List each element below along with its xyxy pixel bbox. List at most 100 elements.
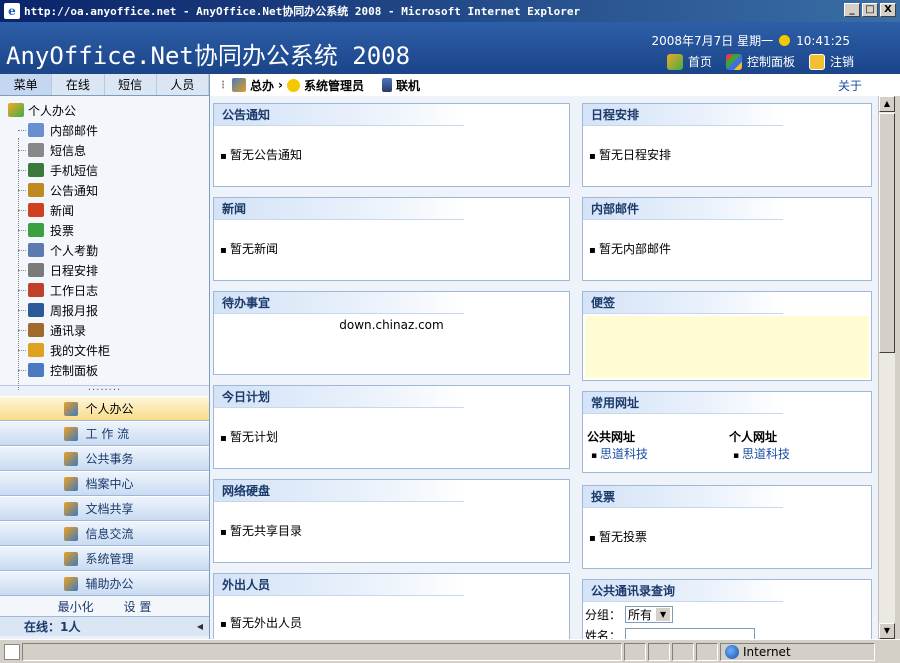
name-input[interactable] <box>625 627 756 639</box>
tab-online[interactable]: 在线 <box>52 74 105 95</box>
notice-icon <box>28 183 44 197</box>
todo-watermark-text: down.chinaz.com <box>339 318 444 332</box>
tree-item-label: 新闻 <box>50 203 75 218</box>
home-link[interactable]: 首页 <box>666 53 712 70</box>
module-info-exchange[interactable]: 信息交流 <box>0 521 209 546</box>
tree-item-news[interactable]: 新闻 <box>8 200 209 220</box>
tree-item-label: 手机短信 <box>50 163 99 178</box>
control-panel-icon <box>28 363 44 377</box>
tree-item-label: 投票 <box>50 223 75 238</box>
news-panel-title[interactable]: 新闻 <box>214 198 464 220</box>
settings-link[interactable]: 设 置 <box>124 598 152 615</box>
control-panel-link[interactable]: 控制面板 <box>725 53 795 70</box>
memo-panel-title[interactable]: 便签 <box>583 292 783 314</box>
tree-item-label: 控制面板 <box>50 363 99 378</box>
module-document-share[interactable]: 文档共享 <box>0 496 209 521</box>
tree-item-attendance[interactable]: 个人考勤 <box>8 240 209 260</box>
report-icon <box>28 303 44 317</box>
module-label: 公共事务 <box>85 452 134 466</box>
tree-item-control-panel[interactable]: 控制面板 <box>8 360 209 380</box>
mail-panel-title[interactable]: 内部邮件 <box>583 198 783 220</box>
scroll-up-button[interactable]: ▲ <box>879 96 895 112</box>
sidebar-tabs: 菜单 在线 短信 人员 <box>0 74 209 96</box>
tree-item-worklog[interactable]: 工作日志 <box>8 280 209 300</box>
collapse-arrow-icon[interactable]: ◀ <box>197 622 203 631</box>
online-count: 在线：1人 <box>24 620 81 634</box>
scroll-thumb[interactable] <box>879 113 895 353</box>
logout-link[interactable]: 注销 <box>808 53 854 70</box>
zone-cell: Internet <box>720 642 875 661</box>
minimize-button[interactable]: _ <box>844 3 860 17</box>
status-bar: Internet <box>0 639 900 663</box>
contacts-panel-title[interactable]: 公共通讯录查询 <box>583 580 783 602</box>
disk-panel-title[interactable]: 网络硬盘 <box>214 480 464 502</box>
tab-people[interactable]: 人员 <box>157 74 209 95</box>
public-link-item[interactable]: 思道科技 <box>600 447 648 461</box>
maximize-button[interactable]: □ <box>862 3 878 17</box>
links-panel-title[interactable]: 常用网址 <box>583 392 783 414</box>
tab-sms[interactable]: 短信 <box>105 74 157 95</box>
breadcrumb-user: 系统管理员 <box>303 78 364 93</box>
tree-item-report[interactable]: 周报月报 <box>8 300 209 320</box>
module-label: 系统管理 <box>85 552 134 566</box>
tree-item-mail[interactable]: 内部邮件 <box>8 120 209 140</box>
tree-item-mobile[interactable]: 手机短信 <box>8 160 209 180</box>
module-system-admin[interactable]: 系统管理 <box>0 546 209 571</box>
module-personal-office[interactable]: 个人办公 <box>0 396 209 421</box>
tree-root-personal-office[interactable]: 个人办公 <box>8 100 209 120</box>
todo-panel-title[interactable]: 待办事宜 <box>214 292 464 314</box>
module-list: 个人办公工 作 流公共事务档案中心文档共享 信息交流系统管理辅助办公 <box>0 396 209 596</box>
tree-item-label: 内部邮件 <box>50 123 99 138</box>
notice-panel-title[interactable]: 公告通知 <box>214 104 464 126</box>
memo-textarea[interactable] <box>585 316 869 378</box>
vote-empty-text: 暂无投票 <box>589 530 647 544</box>
public-links-heading: 公共网址 <box>587 430 636 444</box>
vote-panel-title[interactable]: 投票 <box>583 486 783 508</box>
tree-item-folder[interactable]: 我的文件柜 <box>8 340 209 360</box>
status-cell-1 <box>624 642 646 661</box>
tree-item-calendar[interactable]: 日程安排 <box>8 260 209 280</box>
vertical-scrollbar[interactable]: ▲ ▼ <box>878 96 895 639</box>
tab-menu[interactable]: 菜单 <box>0 74 53 95</box>
module-aux-office[interactable]: 辅助办公 <box>0 571 209 596</box>
module-label: 辅助办公 <box>85 577 134 591</box>
scroll-down-button[interactable]: ▼ <box>879 623 895 639</box>
globe-icon <box>725 644 739 659</box>
tree-item-vote[interactable]: 投票 <box>8 220 209 240</box>
todo-panel: 待办事宜 down.chinaz.com <box>213 291 570 375</box>
plan-panel-title[interactable]: 今日计划 <box>214 386 464 408</box>
tree-item-label: 个人考勤 <box>50 243 99 258</box>
tree-item-sms[interactable]: 短信息 <box>8 140 209 160</box>
close-button[interactable]: X <box>880 3 896 17</box>
app-title: AnyOffice.Net协同办公系统 2008 <box>6 42 411 70</box>
module-label: 档案中心 <box>85 477 134 491</box>
schedule-panel-title[interactable]: 日程安排 <box>583 104 783 126</box>
tree-item-addressbook[interactable]: 通讯录 <box>8 320 209 340</box>
tree-item-label: 公告通知 <box>50 183 99 198</box>
minimize-link[interactable]: 最小化 <box>58 598 94 615</box>
group-select[interactable]: 所有 ▼ <box>625 606 674 623</box>
splitter-dots[interactable]: ········ <box>0 386 209 396</box>
calendar-icon <box>28 263 44 277</box>
tree-item-notice[interactable]: 公告通知 <box>8 180 209 200</box>
out-empty-text: 暂无外出人员 <box>220 616 302 630</box>
tree-item-label: 工作日志 <box>50 283 99 298</box>
control-panel-link-label: 控制面板 <box>746 55 795 69</box>
module-label: 工 作 流 <box>85 427 130 441</box>
sidebar-bottom: 最小化 设 置 <box>0 596 209 616</box>
out-panel-title[interactable]: 外出人员 <box>214 574 464 596</box>
about-link[interactable]: 关于 <box>838 77 862 94</box>
mail-empty-text: 暂无内部邮件 <box>589 242 671 256</box>
status-cell-4 <box>696 642 718 661</box>
module-label: 个人办公 <box>85 402 134 416</box>
breadcrumb: ⋮ 总办 › 系统管理员 联机 关于 <box>210 74 900 96</box>
sidebar: 菜单 在线 短信 人员 个人办公 内部邮件短信息手机短信公告通知新闻投票个人考勤… <box>0 74 210 639</box>
module-workflow[interactable]: 工 作 流 <box>0 421 209 446</box>
drag-handle-icon: ⋮ <box>218 79 228 91</box>
chevron-down-icon: ▼ <box>656 608 671 621</box>
sms-icon <box>28 143 44 157</box>
module-archive[interactable]: 档案中心 <box>0 471 209 496</box>
module-public-affairs[interactable]: 公共事务 <box>0 446 209 471</box>
personal-link-item[interactable]: 思道科技 <box>742 447 790 461</box>
control-panel-icon <box>725 53 742 70</box>
